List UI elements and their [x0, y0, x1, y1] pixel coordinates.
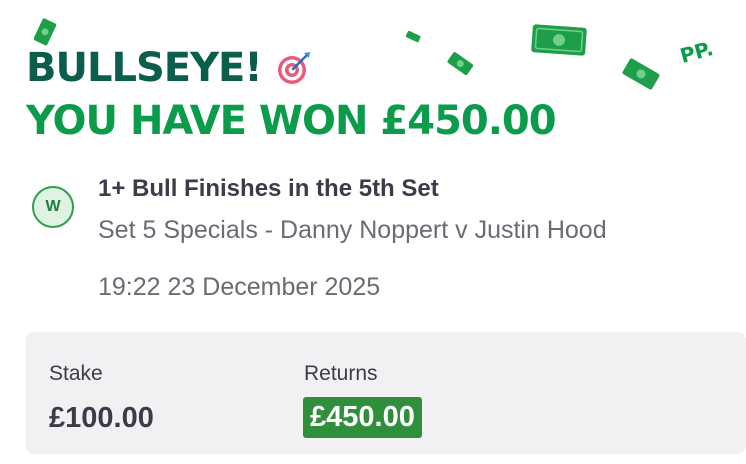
bet-selection: 1+ Bull Finishes in the 5th Set — [98, 175, 439, 202]
win-status-badge: W — [32, 186, 74, 228]
stake-value: £100.00 — [49, 402, 154, 434]
dartboard-target-icon — [277, 52, 310, 84]
brand-logo: PP. — [677, 36, 716, 68]
money-note-icon — [405, 30, 421, 43]
money-note-icon — [622, 58, 660, 90]
stake-label: Stake — [49, 362, 103, 385]
returns-label: Returns — [304, 362, 378, 385]
win-headline: BULLSEYE! YOU HAVE WON £450.00 — [26, 44, 557, 146]
headline-bullseye: BULLSEYE! — [26, 45, 263, 91]
headline-won-amount: YOU HAVE WON £450.00 — [26, 98, 557, 144]
headline-bullseye-row: BULLSEYE! — [26, 44, 556, 92]
bet-datetime: 19:22 23 December 2025 — [98, 273, 381, 301]
bet-market: Set 5 Specials - Danny Noppert v Justin … — [98, 216, 607, 244]
bet-summary-panel: Stake £100.00 Returns £450.00 — [26, 332, 746, 454]
returns-value: £450.00 — [303, 397, 422, 438]
